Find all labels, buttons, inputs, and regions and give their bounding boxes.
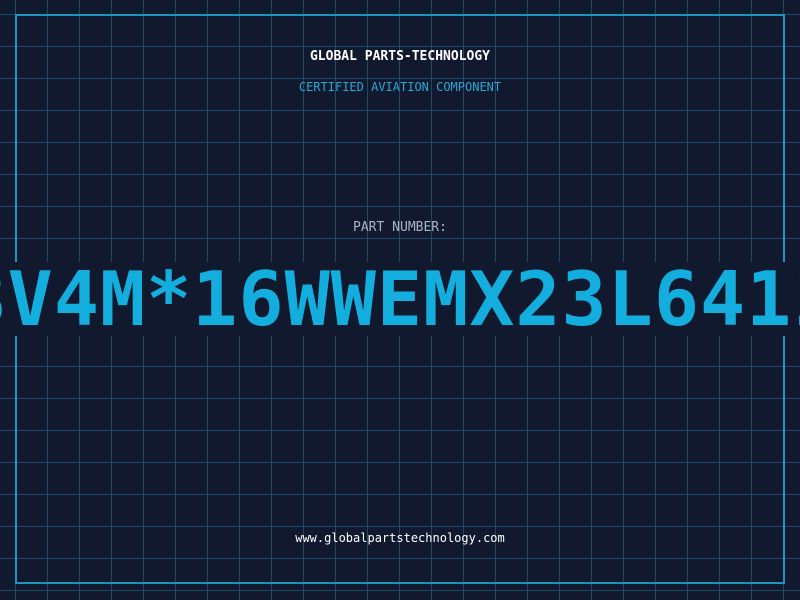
part-number-label: PART NUMBER: [353, 220, 447, 235]
part-number-value: 3V4M*16WWEMX23L6411 [0, 262, 800, 336]
certification-subtitle: CERTIFIED AVIATION COMPONENT [298, 80, 502, 94]
website-url: www.globalpartstechnology.com [295, 531, 505, 545]
company-name: GLOBAL PARTS-TECHNOLOGY [309, 49, 490, 64]
part-number-band: 3V4M*16WWEMX23L6411 [0, 262, 800, 336]
part-label-card: GLOBAL PARTS-TECHNOLOGY CERTIFIED AVIATI… [0, 0, 800, 600]
